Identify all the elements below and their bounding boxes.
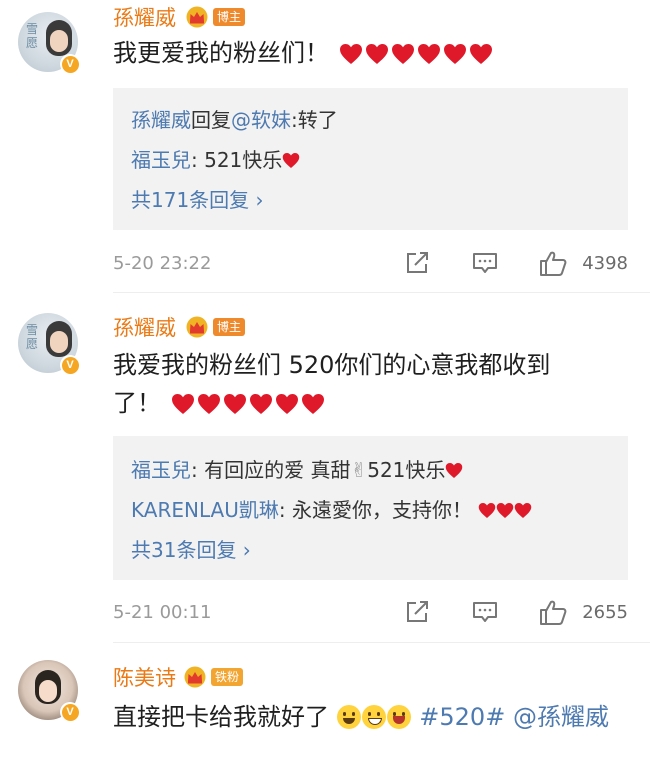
red-heart-icon — [197, 393, 221, 415]
verified-v-badge-icon: V — [60, 54, 80, 74]
timestamp: 5-20 23:22 — [113, 253, 212, 274]
reply-item[interactable]: 福玉兒: 有回应的爱 真甜✌521快乐 — [131, 454, 463, 483]
timestamp: 5-21 00:11 — [113, 602, 212, 623]
name-row: 陈美诗 铁粉 — [113, 662, 244, 692]
share-icon[interactable] — [403, 249, 431, 277]
crown-icon — [184, 316, 210, 338]
avatar[interactable]: V — [18, 660, 80, 722]
red-heart-icon — [275, 393, 299, 415]
red-heart-icon — [496, 502, 514, 519]
comment-text: 我更爱我的粉丝们！ — [113, 34, 623, 72]
like-count: 2655 — [582, 602, 628, 623]
red-heart-icon — [282, 152, 300, 169]
avatar-portrait — [35, 670, 61, 704]
reply-text: :转了 — [291, 108, 338, 132]
red-heart-icon — [469, 43, 493, 65]
red-heart-icon — [171, 393, 195, 415]
crown-icon — [182, 666, 208, 688]
verified-v-badge-icon: V — [60, 702, 80, 722]
reply-text-end: 521快乐 — [367, 458, 446, 482]
more-replies-link[interactable]: 共171条回复 › — [131, 184, 264, 213]
mention-link[interactable]: @孫耀威 — [513, 703, 609, 731]
red-heart-icon — [391, 43, 415, 65]
comment-icon[interactable] — [471, 598, 499, 626]
comment-body-line-1: 我爱我的粉丝们 520你们的心意我都收到 — [113, 351, 551, 379]
red-heart-icon — [443, 43, 467, 65]
smile-emoji-icon — [336, 705, 361, 729]
like-count: 4398 — [582, 253, 628, 274]
reply-author[interactable]: 福玉兒 — [131, 458, 191, 482]
more-replies-link[interactable]: 共31条回复 › — [131, 534, 251, 563]
red-heart-icon — [223, 393, 247, 415]
share-icon[interactable] — [403, 598, 431, 626]
blogger-badge: 博主 — [213, 8, 246, 26]
reply-author[interactable]: 福玉兒 — [131, 148, 191, 172]
verified-v-badge-icon: V — [60, 355, 80, 375]
comment-icon[interactable] — [471, 249, 499, 277]
username[interactable]: 陈美诗 — [113, 662, 176, 692]
hashtag-link[interactable]: #520# — [419, 703, 505, 731]
reply-text: : 有回应的爱 真甜 — [191, 458, 351, 482]
fan-badge: 铁粉 — [211, 668, 244, 686]
heart-emoji-group — [171, 393, 325, 415]
reply-author[interactable]: KARENLAU凱琳 — [131, 498, 279, 522]
avatar-portrait — [46, 321, 72, 357]
username[interactable]: 孫耀威 — [113, 312, 176, 342]
avatar[interactable]: 雪愿 V — [18, 313, 80, 375]
reply-item[interactable]: KARENLAU凱琳: 永遠愛你，支持你！ — [131, 494, 532, 523]
comment-body-line-2: 了！ — [113, 384, 623, 422]
reply-author[interactable]: 孫耀威 — [131, 108, 191, 132]
reply-item[interactable]: 福玉兒: 521快乐 — [131, 144, 300, 173]
thumbs-up-icon[interactable] — [538, 249, 570, 277]
comment-body-end: 了！ — [113, 389, 161, 417]
comment-body: 我更爱我的粉丝们！ — [113, 39, 329, 67]
red-heart-icon — [339, 43, 363, 65]
red-heart-icon — [445, 462, 463, 479]
reply-preview-box[interactable]: 孫耀威回复@软妹:转了 福玉兒: 521快乐 共171条回复 › — [113, 88, 628, 230]
crown-icon — [184, 6, 210, 28]
comment-text: 直接把卡给我就好了 #520# @孫耀威 — [113, 698, 623, 736]
reply-text: : 永遠愛你，支持你！ — [278, 498, 472, 522]
reply-connector: 回复 — [191, 108, 231, 132]
red-heart-icon — [417, 43, 441, 65]
name-row: 孫耀威 博主 — [113, 2, 246, 32]
heart-emoji-group — [339, 43, 493, 65]
name-row: 孫耀威 博主 — [113, 312, 246, 342]
comment-body: 直接把卡给我就好了 — [113, 703, 329, 731]
red-heart-icon — [478, 502, 496, 519]
reply-mention[interactable]: @软妹 — [231, 108, 291, 132]
reply-text: : 521快乐 — [191, 148, 283, 172]
avatar-portrait — [46, 20, 72, 56]
avatar[interactable]: 雪愿 V — [18, 12, 80, 74]
red-heart-icon — [514, 502, 532, 519]
grin-emoji-icon — [361, 705, 386, 729]
avatar-calligraphy: 雪愿 — [26, 22, 39, 50]
victory-hand-emoji-icon: ✌ — [350, 458, 368, 482]
reply-preview-box[interactable]: 福玉兒: 有回应的爱 真甜✌521快乐 KARENLAU凱琳: 永遠愛你，支持你… — [113, 436, 628, 580]
red-heart-icon — [365, 43, 389, 65]
laugh-emoji-icon — [386, 705, 411, 729]
reply-item[interactable]: 孫耀威回复@软妹:转了 — [131, 104, 338, 133]
username[interactable]: 孫耀威 — [113, 2, 176, 32]
comment-text: 我爱我的粉丝们 520你们的心意我都收到 了！ — [113, 346, 623, 422]
red-heart-icon — [249, 393, 273, 415]
red-heart-icon — [301, 393, 325, 415]
avatar-calligraphy: 雪愿 — [26, 323, 39, 351]
thumbs-up-icon[interactable] — [538, 598, 570, 626]
comment-footer: 5-20 23:22 4398 — [113, 249, 628, 279]
divider — [113, 292, 650, 293]
comment-footer: 5-21 00:11 2655 — [113, 598, 628, 628]
blogger-badge: 博主 — [213, 318, 246, 336]
divider — [113, 642, 650, 643]
